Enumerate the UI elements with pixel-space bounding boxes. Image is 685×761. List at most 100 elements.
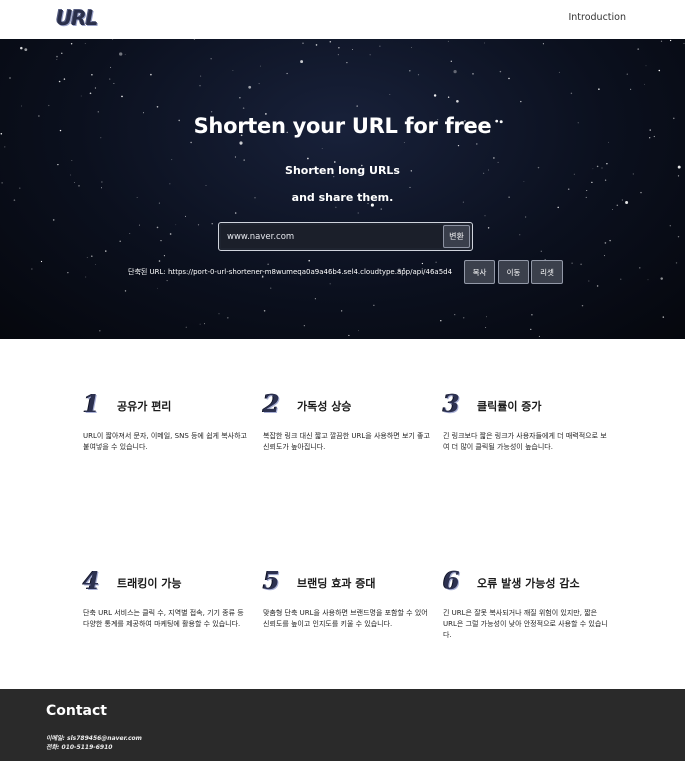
hero-section: Shorten your URL for free Shorten long U… [0,39,685,339]
star [121,95,123,98]
reset-button[interactable]: 리셋 [531,260,563,284]
star [456,99,459,103]
star [484,215,486,217]
star [243,159,245,161]
star [520,100,522,103]
star [485,326,487,329]
star [119,52,123,56]
star [677,236,680,238]
star [658,69,661,72]
star [163,255,165,257]
feature-description: 긴 링크보다 짧은 링크가 사용자들에게 더 매력적으로 보여 더 많이 클릭될… [443,432,607,451]
star [669,225,671,227]
star [338,47,340,49]
star [447,40,449,42]
star [48,104,50,107]
star [157,287,158,289]
star [357,212,359,214]
star [171,159,173,161]
star [450,60,452,62]
star [604,179,607,181]
star [476,143,478,145]
star [101,187,102,189]
nav-introduction-link[interactable]: Introduction [568,12,626,23]
url-input[interactable] [221,225,443,248]
url-shorten-form: 변환 [218,222,473,251]
feature-title: 오류 발생 가능성 감소 [477,577,580,590]
star [169,233,172,235]
star [315,44,318,46]
star [433,94,437,97]
star [380,208,382,210]
star [472,73,474,75]
hero-title: Shorten your URL for free [193,114,492,138]
move-button[interactable]: 이동 [498,260,529,284]
star [94,87,96,89]
footer: Contact 이메일: sls789456@naver.com 전화: 010… [0,689,685,761]
star [603,255,606,257]
star [453,69,457,74]
star [557,206,559,209]
star [190,141,192,144]
star [645,65,647,67]
feature-title: 브랜딩 효과 증대 [297,577,376,590]
star [612,209,613,210]
copy-button[interactable]: 복사 [464,260,495,284]
star [314,298,316,300]
star [205,185,207,186]
star [486,316,487,318]
star [300,60,304,64]
star [263,310,266,312]
star [530,328,532,330]
star [204,323,206,325]
star [531,314,533,316]
feature-title: 클릭률이 증가 [477,400,542,413]
star [124,54,126,56]
star [1,182,3,184]
star [440,320,442,322]
star [329,41,332,43]
star [683,42,685,44]
star [457,144,460,147]
star [508,77,510,80]
star [346,61,348,64]
convert-button[interactable]: 변환 [443,225,470,248]
star [333,161,336,163]
footer-phone: 전화: 010-5119-6910 [46,744,113,751]
star [499,70,502,73]
star [239,97,241,99]
star [156,226,159,229]
starfield-background [0,39,685,337]
star [637,48,640,50]
top-navbar: URL Introduction [0,0,685,39]
star [242,107,245,109]
star [97,111,99,113]
star [24,48,28,52]
star [447,96,450,98]
star [4,146,6,148]
feature-title: 가독성 상승 [297,400,352,413]
star [101,181,103,183]
star [109,78,111,80]
star [20,46,23,50]
star [99,329,101,332]
star [232,69,234,71]
star [9,77,11,79]
star [199,323,201,325]
star [84,43,86,44]
star [351,49,353,51]
star [598,88,600,90]
feature-description: 맞춤형 단축 URL을 사용하면 브랜드명을 포함할 수 있어 신뢰도를 높이고… [263,609,428,628]
star [487,227,490,229]
star [193,39,196,40]
star [218,313,220,315]
star [169,183,171,185]
feature-title: 트래킹이 가능 [117,577,182,590]
star [160,239,162,242]
star [542,43,544,45]
feature-description: 단축 URL 서비스는 클릭 수, 지역별 접속, 기기 종류 등 다양한 통계… [83,609,244,628]
star [409,186,411,188]
feature-number: 1 [83,389,100,418]
site-logo[interactable]: URL [56,6,98,30]
result-row: 단축된 URL: https://port-0-url-shortener-m8… [0,259,685,285]
